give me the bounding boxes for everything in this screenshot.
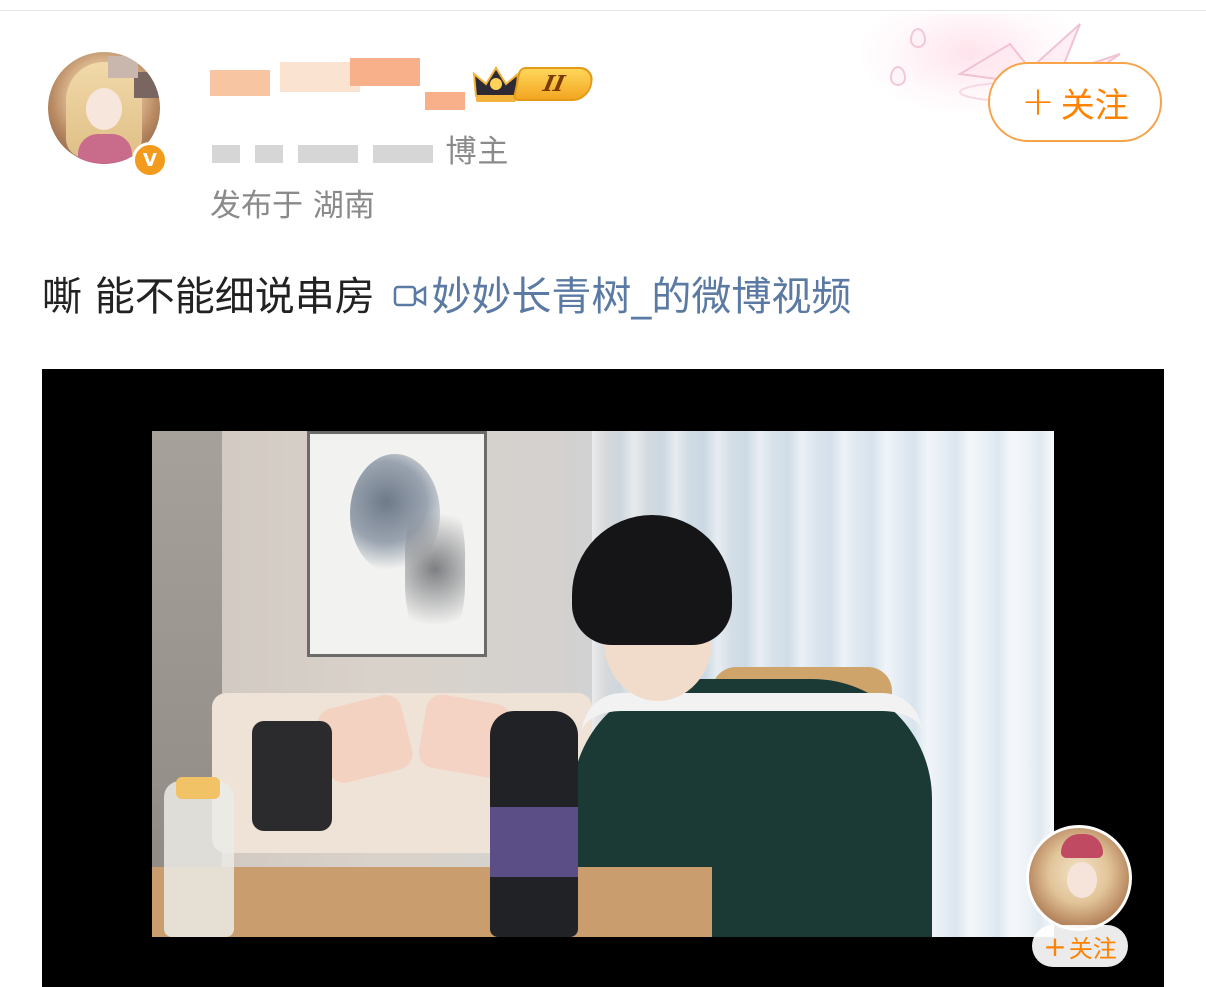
video-frame[interactable] — [152, 431, 1054, 937]
pip-follow-button[interactable]: + 关注 — [1032, 925, 1128, 967]
post-text: 嘶 能不能细说串房 — [42, 274, 375, 320]
post-location: 发布于 湖南 — [210, 188, 375, 224]
post-meta: 博主 — [210, 126, 509, 171]
top-divider — [0, 10, 1206, 11]
wall-painting — [307, 431, 487, 657]
redacted-time — [297, 144, 358, 163]
plus-icon: + — [1021, 79, 1055, 125]
redacted-source — [372, 144, 433, 163]
author-name-redacted[interactable] — [210, 58, 470, 110]
member-badge[interactable]: II — [470, 64, 596, 104]
video-camera-icon — [394, 285, 427, 307]
level-badge: II — [512, 67, 596, 101]
pip-follow-label: 关注 — [1068, 934, 1117, 963]
author-avatar[interactable]: V — [40, 48, 170, 178]
verified-badge-icon: V — [132, 142, 168, 178]
video-player[interactable]: + 关注 — [42, 369, 1164, 987]
droplet-icon — [890, 66, 906, 86]
meta-suffix: 博主 — [445, 134, 510, 170]
follow-button[interactable]: + 关注 — [988, 62, 1162, 142]
droplet-icon — [910, 28, 926, 48]
post-body: 嘶 能不能细说串房 妙妙长青树_的微博视频 — [42, 264, 851, 322]
video-link[interactable]: 妙妙长青树_的微博视频 — [393, 274, 851, 320]
redacted-time — [254, 144, 283, 163]
video-link-label: 妙妙长青树_的微博视频 — [431, 274, 852, 320]
redacted-time — [212, 144, 240, 163]
pip-avatar[interactable] — [1026, 825, 1132, 931]
follow-label: 关注 — [1060, 85, 1129, 126]
plus-icon: + — [1043, 929, 1067, 963]
